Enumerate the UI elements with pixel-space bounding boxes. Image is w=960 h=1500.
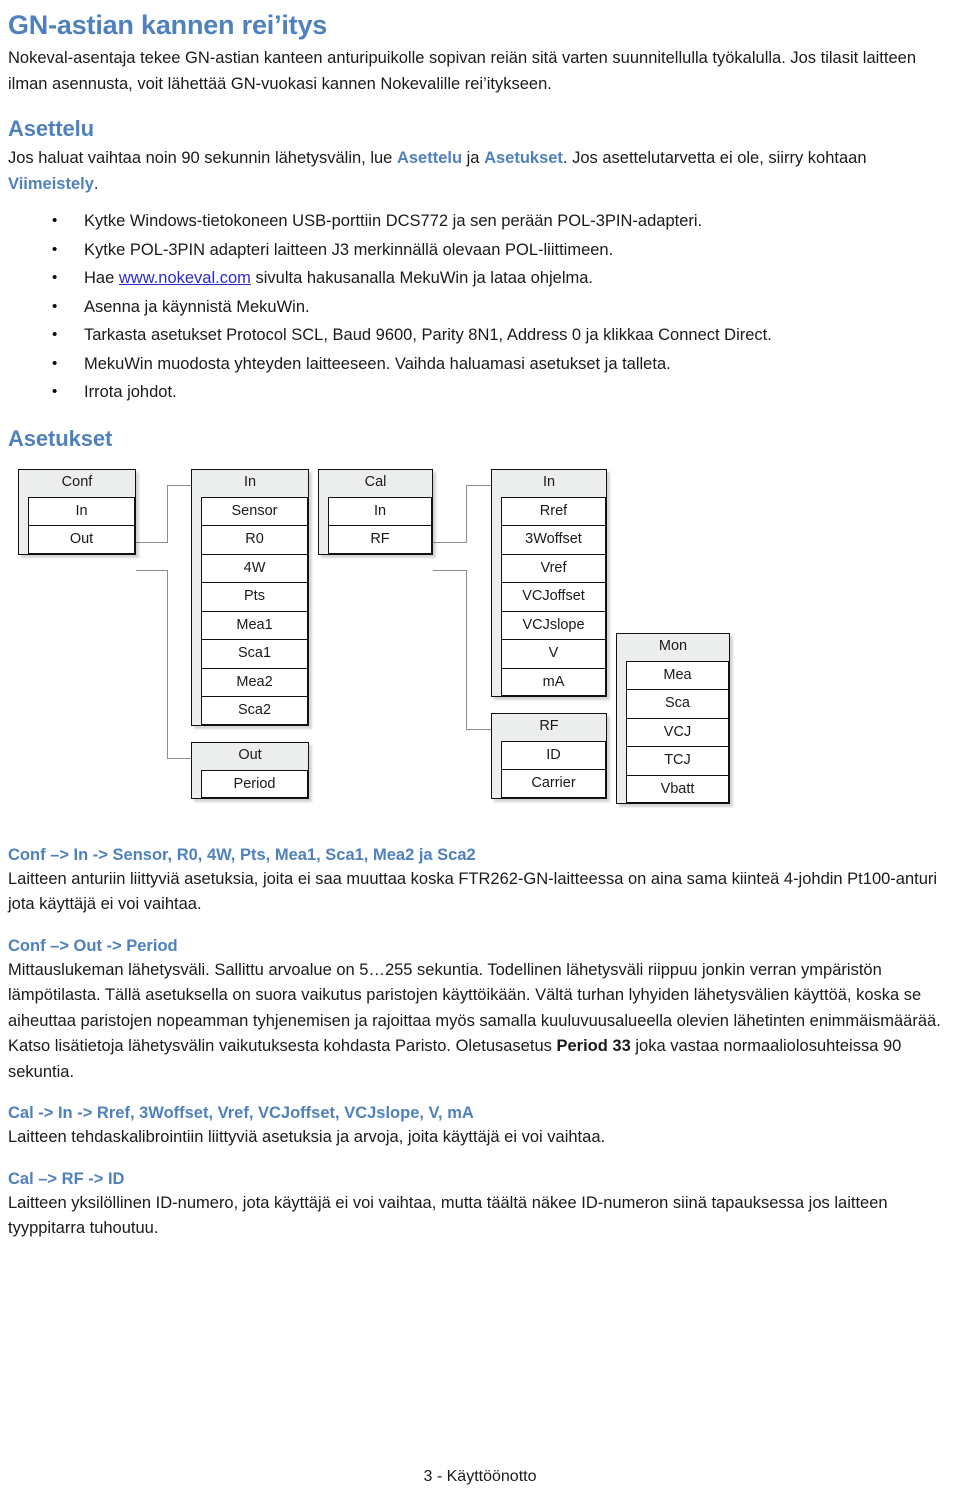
box-rows: Rref 3Woffset Vref VCJoffset VCJslope V … <box>501 496 606 696</box>
list-item: MekuWin muodosta yhteyden laitteeseen. V… <box>8 350 952 379</box>
box-rows: In RF <box>328 496 432 554</box>
settings-tree-diagram: Conf In Out In Sensor R0 4W Pts Mea1 Sca… <box>8 468 952 827</box>
connector-cal-in-v <box>466 484 468 543</box>
box-row-3woffset[interactable]: 3Woffset <box>501 525 606 554</box>
box-row-mea2[interactable]: Mea2 <box>201 667 308 696</box>
asettelu-text-d: . <box>93 174 99 193</box>
box-row-vcjoffset[interactable]: VCJoffset <box>501 582 606 611</box>
box-row-vref[interactable]: Vref <box>501 553 606 582</box>
connector-cal-in-h1 <box>433 541 467 543</box>
list-item-link: Hae www.nokeval.com sivulta hakusanalla … <box>8 264 952 293</box>
section-heading-asettelu: Asettelu <box>8 116 94 141</box>
connector-conf-in-h1 <box>136 541 168 543</box>
box-row-carrier[interactable]: Carrier <box>501 769 606 798</box>
box-header: Cal <box>319 469 432 497</box>
subsection-heading-cal-rf: Cal –> RF -> ID <box>8 1169 125 1188</box>
subsection-body-conf-out: Mittauslukeman lähetysväli. Sallittu arv… <box>8 958 952 1086</box>
box-rows: ID Carrier <box>501 740 606 798</box>
link-viimeistely[interactable]: Viimeistely <box>8 175 94 193</box>
subsection-heading-conf-in: Conf –> In -> Sensor, R0, 4W, Pts, Mea1,… <box>8 845 476 864</box>
connector-conf-in-v <box>167 484 169 543</box>
connector-conf-in-h2 <box>167 484 191 486</box>
box-row-id[interactable]: ID <box>501 740 606 769</box>
box-rows: Mea Sca VCJ TCJ Vbatt <box>626 660 729 803</box>
box-row-mea1[interactable]: Mea1 <box>201 610 308 639</box>
nokeval-url-link[interactable]: www.nokeval.com <box>119 269 251 287</box>
box-row-cal-rf[interactable]: RF <box>328 525 432 554</box>
asettelu-text-b: ja <box>462 149 485 167</box>
list-item: Tarkasta asetukset Protocol SCL, Baud 96… <box>8 321 952 350</box>
box-row-sca1[interactable]: Sca1 <box>201 639 308 668</box>
step-link-suffix: sivulta hakusanalla MekuWin ja lataa ohj… <box>250 269 594 287</box>
box-row-vbatt[interactable]: Vbatt <box>626 774 729 803</box>
box-row-vcj[interactable]: VCJ <box>626 717 729 746</box>
box-row-v[interactable]: V <box>501 639 606 668</box>
section-heading-asetukset: Asetukset <box>8 425 113 451</box>
list-item: Kytke POL-3PIN adapteri laitteen J3 merk… <box>8 236 952 265</box>
diagram-box-cal-in[interactable]: In Rref 3Woffset Vref VCJoffset VCJslope… <box>491 468 607 697</box>
box-header: In <box>192 469 308 497</box>
diagram-box-conf-out[interactable]: Out Period <box>191 741 309 799</box>
diagram-box-conf-in[interactable]: In Sensor R0 4W Pts Mea1 Sca1 Mea2 Sca2 <box>191 468 309 726</box>
box-row-sca[interactable]: Sca <box>626 689 729 718</box>
connector-conf-out-h1 <box>136 569 168 571</box>
subsection-heading-conf-out: Conf –> Out -> Period <box>8 936 178 955</box>
intro-paragraph: Nokeval-asentaja tekee GN-astian kanteen… <box>8 49 917 93</box>
box-row-period[interactable]: Period <box>201 769 308 798</box>
list-item: Irrota johdot. <box>8 378 952 407</box>
box-row-conf-out[interactable]: Out <box>28 525 135 554</box>
diagram-box-cal-rf[interactable]: RF ID Carrier <box>491 712 607 799</box>
box-header: RF <box>492 713 606 741</box>
subsection-body-conf-in: Laitteen anturiin liittyviä asetuksia, j… <box>8 869 938 914</box>
box-row-rref[interactable]: Rref <box>501 496 606 525</box>
box-row-ma[interactable]: mA <box>501 667 606 696</box>
box-row-r0[interactable]: R0 <box>201 525 308 554</box>
asettelu-text-a: Jos haluat vaihtaa noin 90 sekunnin lähe… <box>8 149 397 167</box>
box-row-mea[interactable]: Mea <box>626 660 729 689</box>
document-page: GN-astian kannen rei’itys Nokeval-asenta… <box>0 8 960 1500</box>
subsection-heading-cal-in: Cal -> In -> Rref, 3Woffset, Vref, VCJof… <box>8 1104 474 1122</box>
connector-cal-rf-v <box>466 569 468 730</box>
box-row-sca2[interactable]: Sca2 <box>201 696 308 725</box>
box-header: In <box>492 469 606 497</box>
page-footer: 3 - Käyttöönotto <box>423 1468 537 1485</box>
box-rows: In Out <box>28 496 135 554</box>
link-asetukset[interactable]: Asetukset <box>484 149 563 167</box>
list-item: Kytke Windows-tietokoneen USB-porttiin D… <box>8 207 952 236</box>
page-title: GN-astian kannen rei’itys <box>8 10 328 40</box>
box-row-pts[interactable]: Pts <box>201 582 308 611</box>
diagram-box-conf[interactable]: Conf In Out <box>18 468 136 555</box>
connector-conf-out-v <box>167 569 169 759</box>
box-header: Out <box>192 742 308 770</box>
diagram-box-cal[interactable]: Cal In RF <box>318 468 433 555</box>
connector-cal-rf-h2 <box>466 728 491 730</box>
box-row-tcj[interactable]: TCJ <box>626 746 729 775</box>
subsection-body-cal-in: Laitteen tehdaskalibrointiin liittyviä a… <box>8 1128 606 1146</box>
list-item: Asenna ja käynnistä MekuWin. <box>8 293 952 322</box>
box-row-4w[interactable]: 4W <box>201 553 308 582</box>
steps-list: Kytke Windows-tietokoneen USB-porttiin D… <box>8 207 952 407</box>
step-link-prefix: Hae <box>84 269 119 287</box>
asettelu-paragraph: Jos haluat vaihtaa noin 90 sekunnin lähe… <box>8 146 952 197</box>
box-row-sensor[interactable]: Sensor <box>201 496 308 525</box>
period-default-value: Period 33 <box>556 1037 631 1055</box>
diagram-box-mon[interactable]: Mon Mea Sca VCJ TCJ Vbatt <box>616 632 730 804</box>
box-rows: Sensor R0 4W Pts Mea1 Sca1 Mea2 Sca2 <box>201 496 308 725</box>
box-header: Mon <box>617 633 729 661</box>
box-row-conf-in[interactable]: In <box>28 496 135 525</box>
connector-cal-rf-h1 <box>433 569 467 571</box>
asettelu-text-c: . Jos asettelutarvetta ei ole, siirry ko… <box>562 149 867 167</box>
box-rows: Period <box>201 769 308 798</box>
box-row-cal-in[interactable]: In <box>328 496 432 525</box>
connector-conf-out-h2 <box>167 757 191 759</box>
connector-cal-in-h2 <box>466 484 491 486</box>
box-row-vcjslope[interactable]: VCJslope <box>501 610 606 639</box>
box-header: Conf <box>19 469 135 497</box>
subsection-body-cal-rf: Laitteen yksilöllinen ID-numero, jota kä… <box>8 1193 888 1238</box>
link-asettelu[interactable]: Asettelu <box>397 149 462 167</box>
